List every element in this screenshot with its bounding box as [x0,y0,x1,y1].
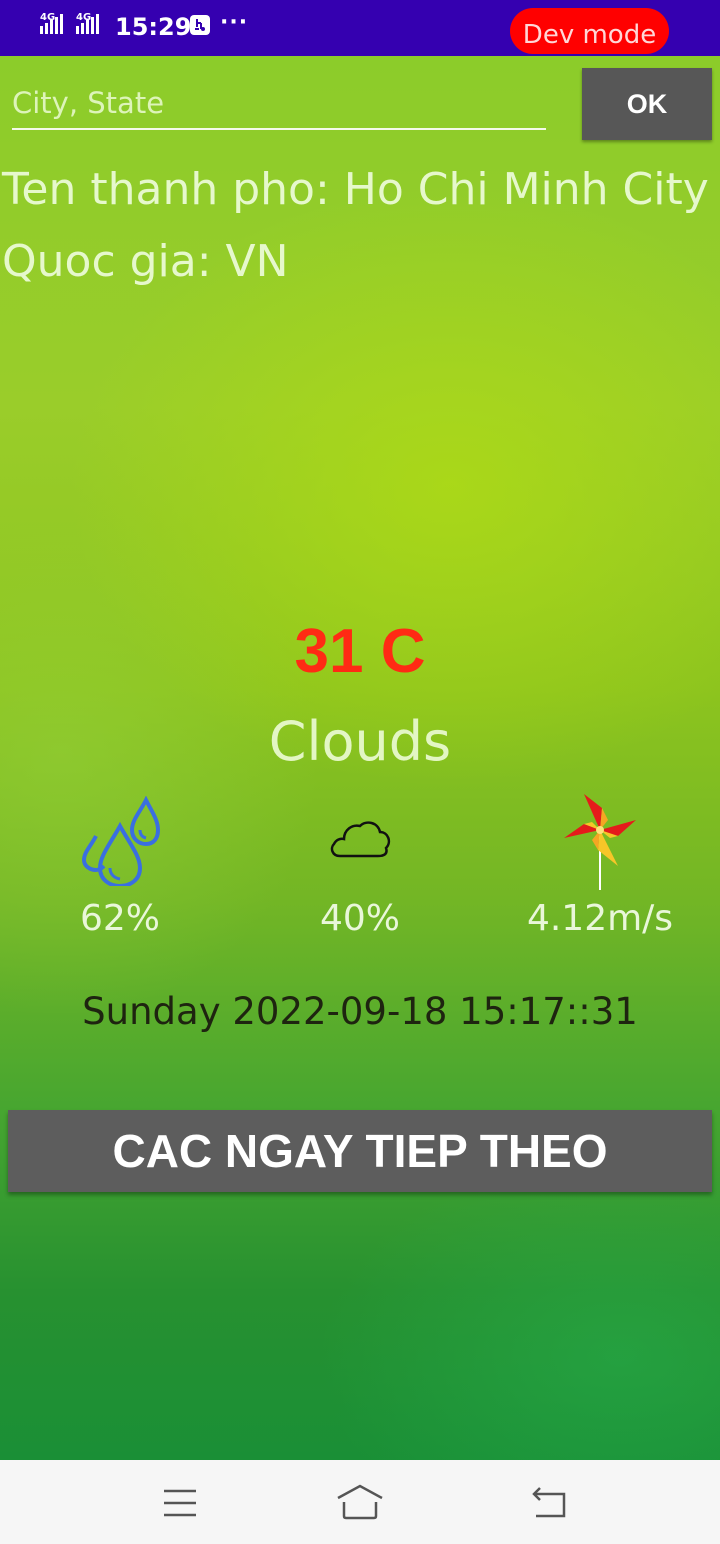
country-label: Quoc gia: VN [2,236,289,287]
weather-condition: Clouds [268,710,452,773]
usb-debug-icon [190,15,210,35]
signal-icon-2: 4G [76,12,99,34]
cloud-icon [330,821,391,858]
pinwheel-icon [564,794,636,890]
network-type-label: 4G [40,12,56,23]
home-icon[interactable] [336,1484,384,1520]
status-time: 15:29 [115,13,192,41]
back-icon[interactable] [530,1486,568,1520]
water-drops-icon [81,796,160,886]
temperature-value: 31 C [294,617,426,686]
weather-screen: OK Ten thanh pho: Ho Chi Minh City Quoc … [0,56,720,1460]
more-icon: ··· [220,10,249,35]
navigation-bar [0,1460,720,1544]
wind-speed-value: 4.12m/s [526,898,674,939]
datetime-label: Sunday 2022-09-18 15:17::31 [82,990,638,1033]
city-search-input[interactable] [12,78,546,130]
dev-mode-badge[interactable]: Dev mode [510,8,669,54]
ok-button[interactable]: OK [582,68,712,140]
menu-icon[interactable] [162,1488,198,1518]
next-days-button[interactable]: CAC NGAY TIEP THEO [8,1110,712,1192]
city-name-label: Ten thanh pho: Ho Chi Minh City [2,164,709,215]
humidity-value: 62% [79,898,160,939]
signal-icon: 4G [40,12,63,34]
network-type-label-2: 4G [76,12,92,23]
cloudiness-value: 40% [319,898,400,939]
status-bar: 4G 4G 15:29 ··· Dev mode [0,0,720,56]
